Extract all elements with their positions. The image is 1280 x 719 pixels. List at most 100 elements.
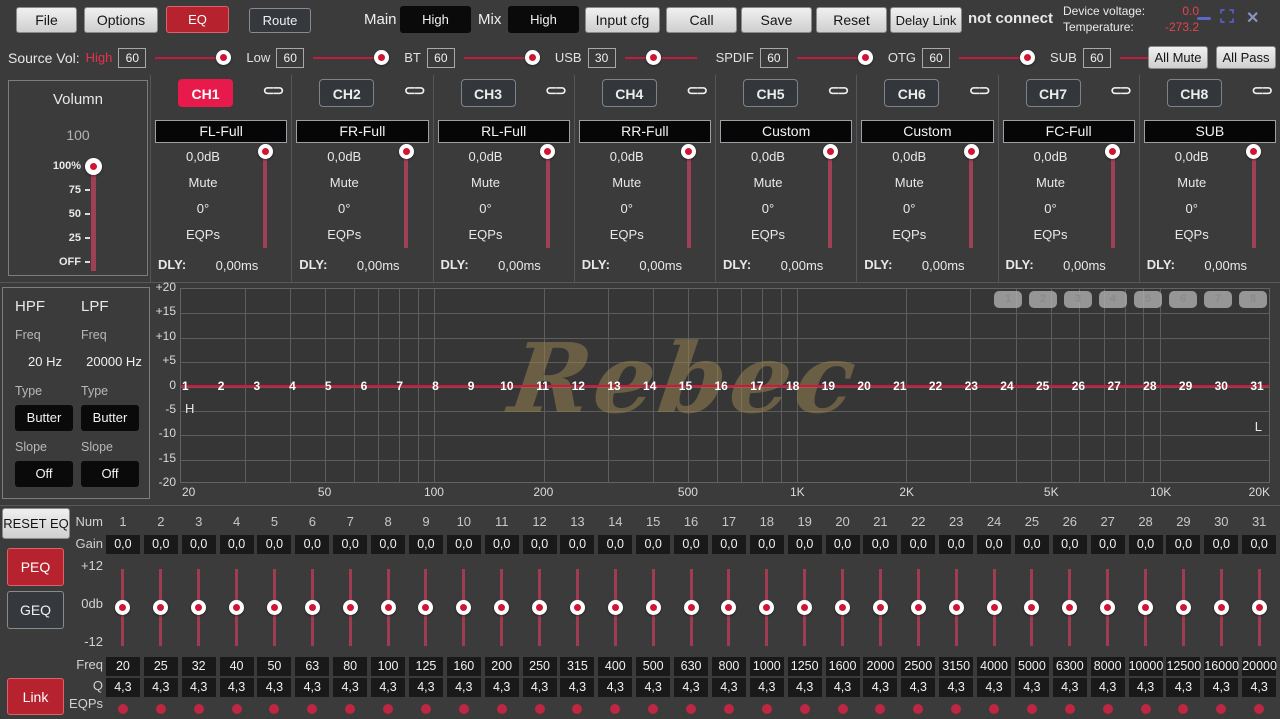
- peq-freq-value[interactable]: 8000: [1091, 657, 1125, 676]
- peq-eqps-indicator[interactable]: [1103, 704, 1113, 714]
- peq-gain-value[interactable]: 0,0: [220, 535, 254, 554]
- peq-eqps-indicator[interactable]: [118, 704, 128, 714]
- peq-gain-knob[interactable]: [494, 600, 509, 615]
- peq-gain-knob[interactable]: [343, 600, 358, 615]
- hpf-marker[interactable]: H: [185, 401, 194, 416]
- peq-gain-track[interactable]: [1220, 569, 1223, 646]
- eq-band-handle[interactable]: 15: [679, 379, 692, 393]
- peq-eqps-indicator[interactable]: [459, 704, 469, 714]
- channel-link-icon[interactable]: ⊂⊃: [969, 82, 988, 99]
- channel-eqps-button[interactable]: EQPs: [440, 227, 532, 243]
- channel-level-knob[interactable]: [1105, 144, 1120, 159]
- peq-gain-knob[interactable]: [759, 600, 774, 615]
- reset-button[interactable]: Reset: [816, 7, 887, 33]
- channel-mute-toggle[interactable]: Mute: [440, 175, 532, 191]
- peq-freq-value[interactable]: 2000: [863, 657, 897, 676]
- peq-gain-track[interactable]: [273, 569, 276, 646]
- peq-gain-knob[interactable]: [835, 600, 850, 615]
- peq-eqps-indicator[interactable]: [269, 704, 279, 714]
- peq-gain-knob[interactable]: [229, 600, 244, 615]
- peq-gain-knob[interactable]: [1062, 600, 1077, 615]
- channel-link-icon[interactable]: ⊂⊃: [828, 82, 847, 99]
- source-slider-value[interactable]: 60: [276, 48, 304, 68]
- input-cfg-button[interactable]: Input cfg: [585, 7, 660, 33]
- peq-freq-value[interactable]: 1600: [826, 657, 860, 676]
- peq-freq-value[interactable]: 25: [144, 657, 178, 676]
- peq-gain-value[interactable]: 0,0: [1242, 535, 1276, 554]
- eq-band-handle[interactable]: 28: [1143, 379, 1156, 393]
- minimize-icon[interactable]: [1197, 17, 1211, 20]
- eq-band-handle[interactable]: 23: [965, 379, 978, 393]
- peq-q-value[interactable]: 4,3: [598, 678, 632, 697]
- peq-q-value[interactable]: 4,3: [485, 678, 519, 697]
- channel-mode-selector[interactable]: FR-Full: [296, 120, 428, 143]
- eq-band-handle[interactable]: 16: [715, 379, 728, 393]
- channel-level-track[interactable]: [687, 151, 691, 248]
- channel-select-button[interactable]: CH6: [884, 79, 939, 107]
- peq-freq-value[interactable]: 4000: [977, 657, 1011, 676]
- peq-gain-knob[interactable]: [797, 600, 812, 615]
- peq-freq-value[interactable]: 250: [523, 657, 557, 676]
- peq-gain-value[interactable]: 0,0: [863, 535, 897, 554]
- peq-eqps-indicator[interactable]: [875, 704, 885, 714]
- peq-q-value[interactable]: 4,3: [257, 678, 291, 697]
- peq-q-value[interactable]: 4,3: [636, 678, 670, 697]
- peq-q-value[interactable]: 4,3: [826, 678, 860, 697]
- channel-delay-value[interactable]: 0,00ms: [338, 258, 418, 273]
- peq-gain-value[interactable]: 0,0: [1053, 535, 1087, 554]
- peq-gain-knob[interactable]: [1138, 600, 1153, 615]
- hpf-type-button[interactable]: Butter: [15, 405, 73, 431]
- channel-select-button[interactable]: CH5: [743, 79, 798, 107]
- source-slider-knob[interactable]: [858, 50, 873, 65]
- peq-gain-track[interactable]: [1144, 569, 1147, 646]
- source-slider-knob[interactable]: [216, 50, 231, 65]
- peq-freq-value[interactable]: 50: [257, 657, 291, 676]
- peq-q-value[interactable]: 4,3: [1242, 678, 1276, 697]
- peq-gain-value[interactable]: 0,0: [106, 535, 140, 554]
- channel-link-icon[interactable]: ⊂⊃: [1252, 82, 1271, 99]
- source-slider-value[interactable]: 60: [118, 48, 146, 68]
- peq-gain-knob[interactable]: [1252, 600, 1267, 615]
- eq-band-handle[interactable]: 2: [218, 379, 225, 393]
- source-slider-value[interactable]: 60: [760, 48, 788, 68]
- source-slider-track[interactable]: [155, 57, 227, 59]
- lpf-freq-value[interactable]: 20000 Hz: [81, 354, 147, 369]
- peq-q-value[interactable]: 4,3: [295, 678, 329, 697]
- peq-gain-value[interactable]: 0,0: [1204, 535, 1238, 554]
- peq-q-value[interactable]: 4,3: [1015, 678, 1049, 697]
- peq-gain-value[interactable]: 0,0: [409, 535, 443, 554]
- peq-freq-value[interactable]: 40: [220, 657, 254, 676]
- peq-gain-knob[interactable]: [721, 600, 736, 615]
- channel-mute-toggle[interactable]: Mute: [722, 175, 814, 191]
- peq-freq-value[interactable]: 16000: [1204, 657, 1238, 676]
- peq-gain-track[interactable]: [1258, 569, 1261, 646]
- peq-gain-knob[interactable]: [1024, 600, 1039, 615]
- channel-select-button[interactable]: CH2: [319, 79, 374, 107]
- channel-eqps-button[interactable]: EQPs: [157, 227, 249, 243]
- channel-phase-toggle[interactable]: 0°: [298, 201, 390, 217]
- peq-freq-value[interactable]: 315: [560, 657, 594, 676]
- peq-q-value[interactable]: 4,3: [371, 678, 405, 697]
- channel-link-icon[interactable]: ⊂⊃: [263, 82, 282, 99]
- peq-q-value[interactable]: 4,3: [1204, 678, 1238, 697]
- channel-gain-value[interactable]: 0,0dB: [298, 149, 390, 165]
- eq-band-handle[interactable]: 30: [1215, 379, 1228, 393]
- channel-level-track[interactable]: [1252, 151, 1256, 248]
- peq-q-value[interactable]: 4,3: [712, 678, 746, 697]
- peq-freq-value[interactable]: 500: [636, 657, 670, 676]
- peq-gain-knob[interactable]: [532, 600, 547, 615]
- channel-phase-toggle[interactable]: 0°: [1146, 201, 1238, 217]
- peq-q-value[interactable]: 4,3: [409, 678, 443, 697]
- peq-eqps-indicator[interactable]: [156, 704, 166, 714]
- peq-q-value[interactable]: 4,3: [788, 678, 822, 697]
- peq-gain-track[interactable]: [955, 569, 958, 646]
- peq-freq-value[interactable]: 160: [447, 657, 481, 676]
- channel-level-knob[interactable]: [964, 144, 979, 159]
- peq-q-value[interactable]: 4,3: [144, 678, 178, 697]
- peq-eqps-indicator[interactable]: [1216, 704, 1226, 714]
- channel-eqps-button[interactable]: EQPs: [581, 227, 673, 243]
- peq-gain-track[interactable]: [197, 569, 200, 646]
- eq-preset-button[interactable]: 3: [1064, 291, 1092, 308]
- peq-gain-track[interactable]: [1030, 569, 1033, 646]
- channel-select-button[interactable]: CH1: [178, 79, 233, 107]
